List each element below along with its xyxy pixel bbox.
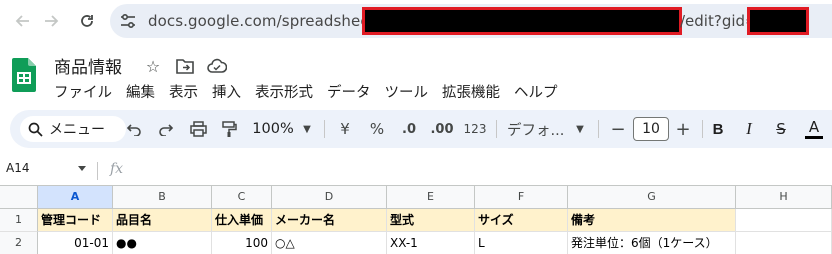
- header-cell[interactable]: 備考: [568, 209, 736, 232]
- star-icon[interactable]: ☆: [143, 56, 163, 76]
- increase-decimal-button[interactable]: .00: [429, 117, 455, 141]
- column-header-f[interactable]: F: [475, 186, 568, 209]
- fx-icon: fx: [110, 161, 124, 177]
- name-box[interactable]: A14: [6, 161, 29, 175]
- row-header-2[interactable]: 2: [0, 232, 38, 254]
- percent-format-button[interactable]: %: [368, 117, 386, 141]
- search-icon: [28, 122, 43, 137]
- move-folder-icon[interactable]: [175, 56, 195, 76]
- bold-button[interactable]: B: [709, 117, 727, 141]
- formula-divider: [97, 162, 98, 180]
- increase-font-size-button[interactable]: +: [674, 117, 692, 141]
- toolbar-divider: [598, 120, 599, 138]
- decrease-decimal-button[interactable]: .0: [398, 117, 420, 141]
- cloud-status-icon[interactable]: [207, 56, 227, 76]
- grid-cell[interactable]: ●●: [113, 232, 212, 254]
- column-header-g[interactable]: G: [568, 186, 736, 209]
- back-arrow-icon[interactable]: [10, 8, 36, 34]
- menu-insert[interactable]: 挿入: [205, 80, 248, 102]
- menu-format[interactable]: 表示形式: [248, 80, 320, 102]
- menu-view[interactable]: 表示: [162, 80, 205, 102]
- text-color-label: A: [808, 117, 820, 136]
- header-cell[interactable]: サイズ: [475, 209, 568, 232]
- redacted-gid: [747, 7, 809, 35]
- zoom-select[interactable]: 100%: [250, 117, 296, 141]
- menu-search-label: メニュー: [49, 122, 105, 138]
- menu-file[interactable]: ファイル: [47, 80, 119, 102]
- zoom-dropdown-icon[interactable]: ▼: [300, 117, 314, 141]
- header-cell[interactable]: 型式: [387, 209, 475, 232]
- menu-data[interactable]: データ: [320, 80, 378, 102]
- grid-cell[interactable]: [736, 232, 832, 254]
- header-cell[interactable]: 仕入単価: [212, 209, 272, 232]
- site-settings-icon[interactable]: [119, 12, 137, 30]
- header-cell[interactable]: 品目名: [113, 209, 212, 232]
- currency-format-button[interactable]: ¥: [336, 117, 354, 141]
- browser-toolbar: docs.google.com/spreadsheets/d/ /edit?gi…: [0, 0, 832, 42]
- strikethrough-button[interactable]: S: [772, 117, 790, 141]
- paint-format-icon[interactable]: [218, 117, 240, 141]
- formula-bar: A14 fx: [0, 158, 832, 184]
- decrease-font-size-button[interactable]: −: [609, 117, 627, 141]
- column-header-d[interactable]: D: [272, 186, 387, 209]
- reload-icon[interactable]: [74, 8, 100, 34]
- formatting-toolbar: メニュー 100% ▼ ¥ % .0 .00 123 デフォ... ▼ − 10…: [10, 110, 832, 148]
- text-color-button[interactable]: A: [804, 117, 824, 141]
- document-title[interactable]: 商品情報: [54, 53, 122, 78]
- header-cell[interactable]: メーカー名: [272, 209, 387, 232]
- toolbar-divider: [324, 120, 325, 138]
- sheets-logo-icon[interactable]: [12, 58, 36, 92]
- column-header-c[interactable]: C: [212, 186, 272, 209]
- menu-edit[interactable]: 編集: [119, 80, 162, 102]
- column-header-e[interactable]: E: [387, 186, 475, 209]
- grid-cell[interactable]: [736, 209, 832, 232]
- menu-search-button[interactable]: メニュー: [20, 116, 126, 142]
- grid-cell[interactable]: 01-01: [38, 232, 113, 254]
- font-select[interactable]: デフォ...: [507, 117, 569, 141]
- menu-extensions[interactable]: 拡張機能: [435, 80, 507, 102]
- spreadsheet-grid: A B C D E F G H 1 管理コード 品目名 仕入単価 メーカー名 型…: [0, 185, 832, 254]
- redacted-sheet-id: [362, 7, 682, 35]
- header-cell[interactable]: 管理コード: [38, 209, 113, 232]
- more-formats-button[interactable]: 123: [462, 117, 488, 141]
- column-header-h[interactable]: H: [736, 186, 832, 209]
- toolbar-divider: [702, 120, 703, 138]
- url-suffix: /edit?gid=: [680, 12, 758, 30]
- column-header-b[interactable]: B: [113, 186, 212, 209]
- name-box-dropdown-icon[interactable]: [78, 166, 86, 171]
- menu-bar: ファイル 編集 表示 挿入 表示形式 データ ツール 拡張機能 ヘルプ: [47, 80, 565, 102]
- grid-cell[interactable]: 発注単位：6個（1ケース）: [568, 232, 736, 254]
- grid-cell[interactable]: 100: [212, 232, 272, 254]
- text-color-swatch: [805, 135, 823, 139]
- grid-cell[interactable]: L: [475, 232, 568, 254]
- redo-icon[interactable]: [155, 117, 177, 141]
- menu-help[interactable]: ヘルプ: [507, 80, 565, 102]
- row-header-1[interactable]: 1: [0, 209, 38, 232]
- italic-button[interactable]: I: [740, 117, 758, 141]
- grid-cell[interactable]: ○△: [272, 232, 387, 254]
- undo-icon[interactable]: [123, 117, 145, 141]
- grid-cell[interactable]: XX-1: [387, 232, 475, 254]
- select-all-corner[interactable]: [0, 186, 38, 209]
- toolbar-divider: [496, 120, 497, 138]
- menu-tools[interactable]: ツール: [378, 80, 436, 102]
- font-dropdown-icon[interactable]: ▼: [573, 117, 587, 141]
- column-header-a[interactable]: A: [38, 186, 113, 209]
- print-icon[interactable]: [187, 117, 209, 141]
- forward-arrow-icon[interactable]: [38, 8, 64, 34]
- address-bar[interactable]: docs.google.com/spreadsheets/d/ /edit?gi…: [110, 4, 832, 38]
- font-size-input[interactable]: 10: [633, 117, 669, 141]
